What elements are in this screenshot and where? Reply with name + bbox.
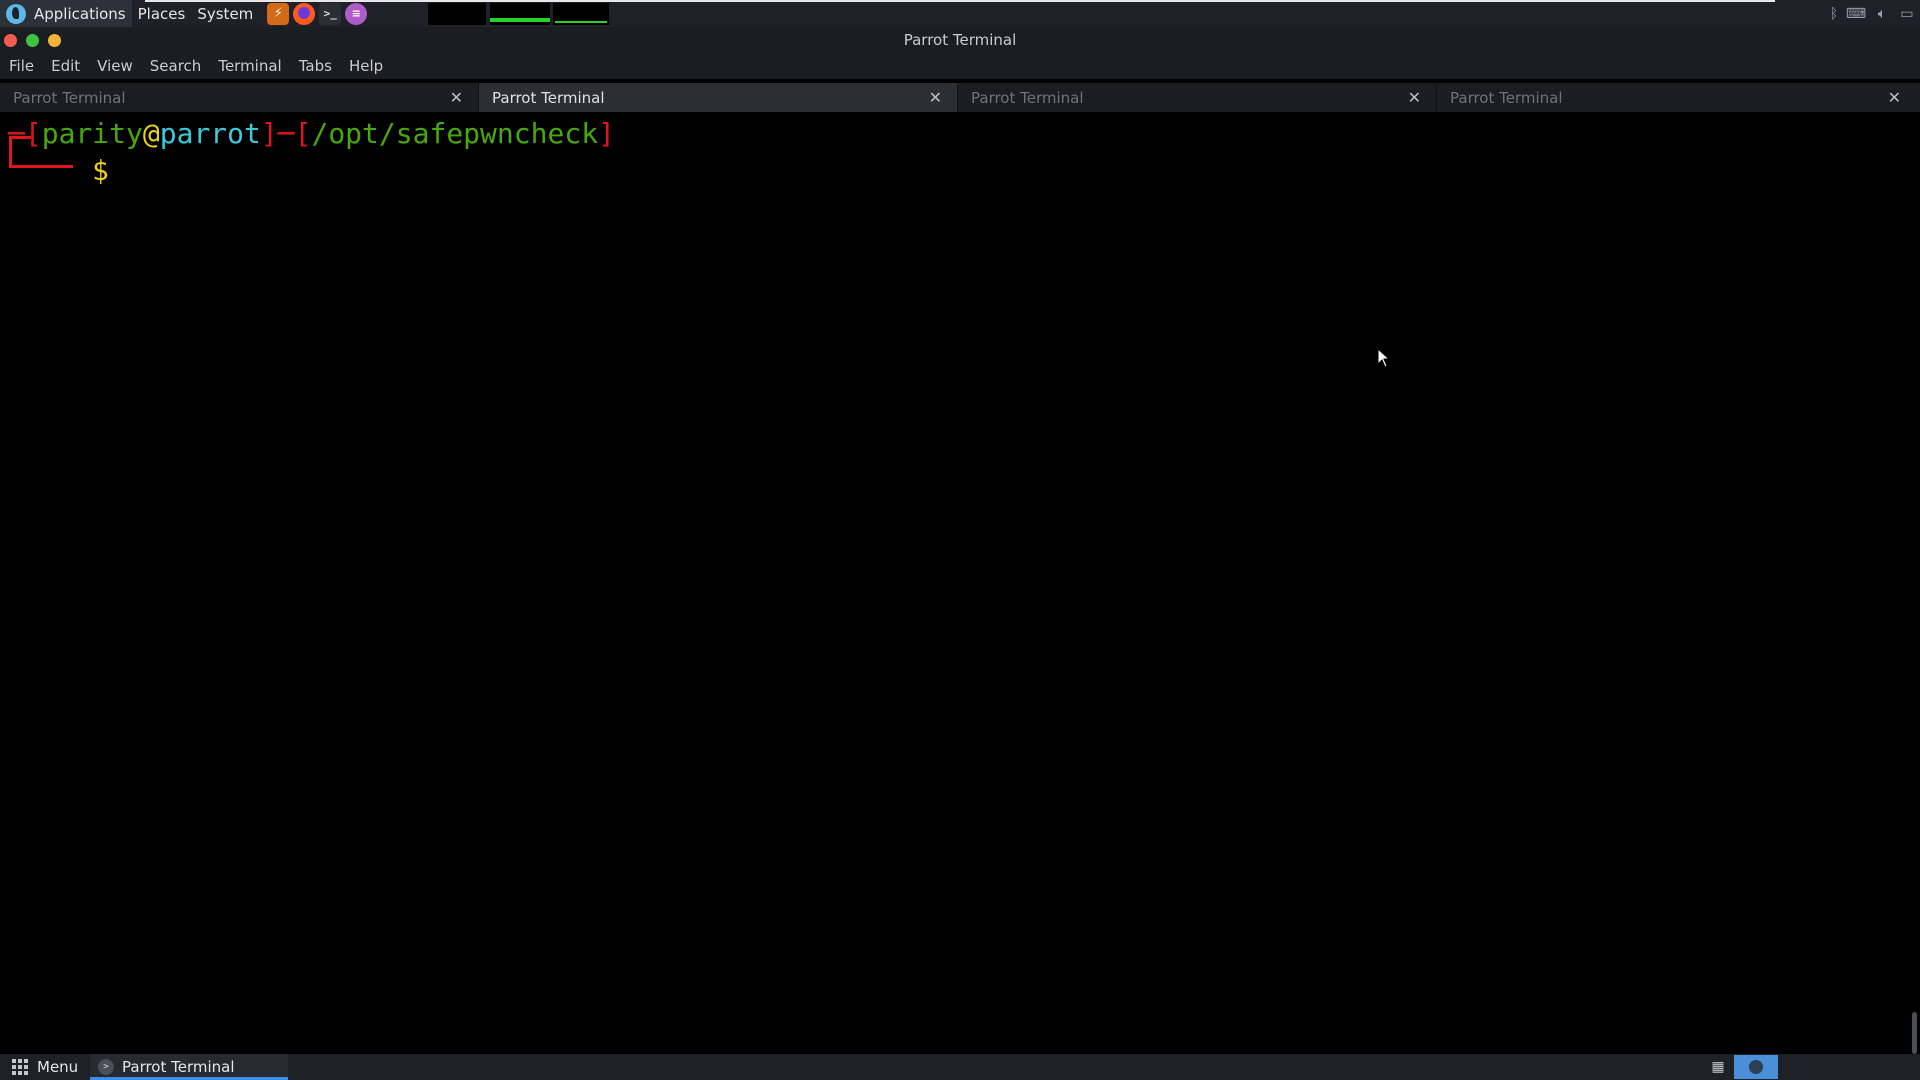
window-minimize-button[interactable] (48, 34, 61, 47)
keyboard-icon[interactable]: ⌨ (1846, 4, 1866, 24)
volume-icon[interactable]: 🔈︎ (1872, 4, 1892, 24)
tab-close-icon[interactable]: ✕ (450, 88, 463, 107)
parrot-logo-icon (6, 3, 26, 24)
system-label: System (197, 4, 254, 23)
text-editor-launcher-icon[interactable]: ≡ (345, 2, 368, 25)
prompt-cwd-close: ] (598, 117, 615, 150)
tab-close-icon[interactable]: ✕ (929, 88, 942, 107)
tab-bar: Parrot Terminal ✕ Parrot Terminal ✕ Parr… (0, 83, 1920, 112)
apps-grid-icon (12, 1059, 28, 1075)
prompt-at: @ (142, 117, 160, 150)
tab-2-active[interactable]: Parrot Terminal ✕ (479, 83, 958, 112)
prompt-bracket-close: ]─[ (260, 117, 312, 150)
bottom-panel: Menu > Parrot Terminal ▦ (0, 1054, 1920, 1080)
prompt-cwd: /opt/safepwncheck (311, 117, 599, 150)
system-menu[interactable]: System (191, 0, 259, 27)
tab-label: Parrot Terminal (13, 88, 126, 107)
taskbar-item-terminal[interactable]: > Parrot Terminal (90, 1054, 288, 1080)
menu-tabs[interactable]: Tabs (299, 57, 332, 75)
tab-4[interactable]: Parrot Terminal ✕ (1437, 83, 1916, 112)
menu-search[interactable]: Search (150, 57, 202, 75)
window-title-bar: Parrot Terminal (0, 27, 1920, 53)
desktop-icon (1749, 1060, 1763, 1074)
menu-view[interactable]: View (97, 57, 133, 75)
firefox-launcher-icon[interactable] (293, 2, 316, 25)
terminal-output[interactable]: ─[parity@parrot]─[/opt/safepwncheck] $ (0, 112, 1909, 1054)
tab-close-icon[interactable]: ✕ (1408, 88, 1421, 107)
cpu-monitor (428, 3, 486, 25)
menu-file[interactable]: File (9, 57, 34, 75)
menu-label: Menu (37, 1058, 79, 1076)
workspace-switcher-icon[interactable]: ▦ (1707, 1058, 1729, 1076)
tab-label: Parrot Terminal (1450, 88, 1563, 107)
task-label: Parrot Terminal (122, 1058, 235, 1076)
memory-monitor (490, 3, 550, 25)
show-desktop-button[interactable] (1734, 1055, 1778, 1079)
tab-1[interactable]: Parrot Terminal ✕ (0, 83, 479, 112)
tab-3[interactable]: Parrot Terminal ✕ (958, 83, 1437, 112)
menu-edit[interactable]: Edit (51, 57, 80, 75)
tab-close-icon[interactable]: ✕ (1888, 88, 1901, 107)
prompt-corner-line (9, 136, 73, 168)
main-menu-button[interactable]: Menu (0, 1054, 90, 1080)
window-title: Parrot Terminal (903, 31, 1017, 49)
tab-label: Parrot Terminal (492, 88, 605, 107)
window-close-button[interactable] (4, 34, 17, 47)
prompt-host: parrot (159, 117, 261, 150)
panel-top-line (145, 0, 1775, 2)
places-menu[interactable]: Places (132, 0, 192, 27)
terminal-launcher-icon[interactable]: >_ (319, 2, 342, 25)
terminal-scrollbar[interactable] (1909, 112, 1920, 1054)
menu-terminal[interactable]: Terminal (218, 57, 281, 75)
tab-label: Parrot Terminal (971, 88, 1084, 107)
menu-bar: File Edit View Search Terminal Tabs Help (0, 53, 1920, 79)
terminal-icon: > (98, 1059, 114, 1075)
places-label: Places (137, 4, 186, 23)
menu-help[interactable]: Help (349, 57, 383, 75)
applications-label: Applications (34, 4, 126, 23)
top-panel: Applications Places System ⚡ >_ ≡ ᛒ ⌨ 🔈︎… (0, 0, 1920, 27)
prompt-line: ─[parity@parrot]─[/opt/safepwncheck] (8, 116, 615, 152)
power-icon[interactable]: ▭ (1897, 4, 1917, 24)
window-maximize-button[interactable] (26, 34, 39, 47)
network-monitor (553, 3, 609, 25)
prompt-symbol: $ (92, 154, 109, 187)
applications-menu[interactable]: Applications (0, 0, 132, 27)
bluetooth-icon[interactable]: ᛒ (1824, 4, 1844, 24)
scrollbar-thumb[interactable] (1912, 1012, 1917, 1054)
burpsuite-launcher-icon[interactable]: ⚡ (267, 2, 290, 25)
